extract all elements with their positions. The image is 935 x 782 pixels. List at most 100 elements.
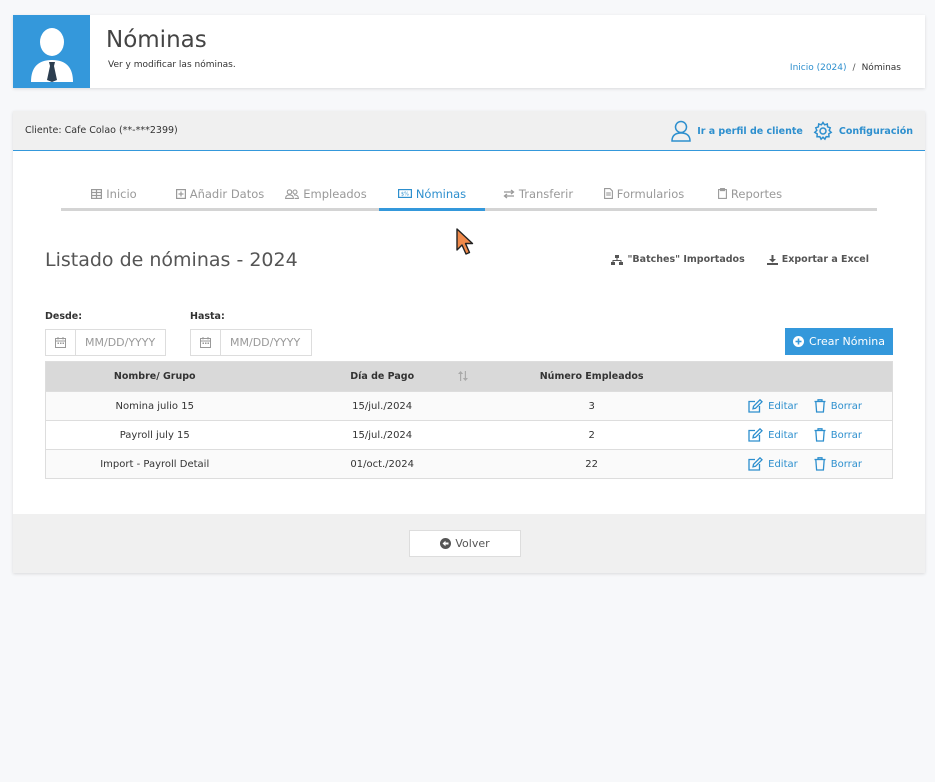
- table-row: Nomina julio 15 15/jul./2024 3 Editar Bo…: [46, 391, 892, 420]
- users-icon: [285, 188, 300, 199]
- table-row: Payroll july 15 15/jul./2024 2 Editar Bo…: [46, 420, 892, 449]
- tab-empleados[interactable]: Empleados: [273, 179, 379, 208]
- delete-label: Borrar: [830, 400, 863, 412]
- plus-circle-icon: [793, 336, 805, 347]
- svg-text:$%: $%: [401, 192, 409, 198]
- column-header-name[interactable]: Nombre/ Grupo: [46, 371, 263, 382]
- row-name: Nomina julio 15: [115, 400, 194, 412]
- tab-label: Empleados: [303, 186, 367, 201]
- row-employees: 22: [585, 458, 599, 470]
- tab-transferir[interactable]: Transferir: [485, 179, 591, 208]
- tab-label: Reportes: [730, 186, 783, 201]
- delete-label: Borrar: [830, 458, 863, 470]
- download-icon: [766, 254, 778, 265]
- export-excel-label: Exportar a Excel: [781, 254, 869, 265]
- trash-icon: [814, 457, 826, 471]
- breadcrumb: Inicio (2024) / Nóminas: [790, 63, 901, 73]
- delete-button[interactable]: Borrar: [814, 457, 862, 471]
- settings-label: Configuración: [838, 125, 913, 137]
- row-actions: Editar Borrar: [682, 428, 892, 442]
- page-subtitle: Ver y modificar las nóminas.: [108, 60, 236, 70]
- delete-button[interactable]: Borrar: [814, 428, 862, 442]
- money-bill-icon: $%: [397, 189, 412, 198]
- export-excel-link[interactable]: Exportar a Excel: [766, 254, 869, 265]
- tab-label: Transferir: [518, 186, 574, 201]
- section-tabs: Inicio Añadir Datos Empleados $% Nóminas…: [61, 179, 877, 211]
- panel-footer: Volver: [13, 514, 925, 573]
- client-bar: Cliente: Cafe Colao (**-***2399) Ir a pe…: [13, 111, 925, 151]
- imported-batches-link[interactable]: "Batches" Importados: [611, 254, 745, 265]
- tab-label: Inicio: [106, 186, 137, 201]
- mouse-cursor-icon: [456, 228, 474, 255]
- arrow-circle-left-icon: [440, 538, 452, 549]
- edit-icon: [748, 399, 764, 413]
- user-icon: [671, 120, 691, 142]
- tab-label: Añadir Datos: [189, 186, 265, 201]
- row-name: Payroll july 15: [119, 429, 190, 441]
- tab-formularios[interactable]: Formularios: [591, 179, 697, 208]
- tab-label: Formularios: [616, 186, 685, 201]
- list-actions: "Batches" Importados Exportar a Excel: [611, 254, 869, 265]
- row-pay-date: 01/oct./2024: [350, 458, 414, 470]
- client-label: Cliente: Cafe Colao (**-***2399): [25, 125, 178, 136]
- calendar-icon[interactable]: [46, 330, 76, 355]
- sort-icon[interactable]: [458, 371, 468, 381]
- tab-reportes[interactable]: Reportes: [697, 179, 803, 208]
- back-label: Volver: [455, 537, 490, 550]
- edit-icon: [748, 428, 764, 442]
- row-name: Import - Payroll Detail: [100, 458, 210, 470]
- tab-anadir-datos[interactable]: Añadir Datos: [167, 179, 273, 208]
- settings-link[interactable]: Configuración: [813, 121, 913, 141]
- main-panel: Cliente: Cafe Colao (**-***2399) Ir a pe…: [13, 111, 925, 573]
- tab-inicio[interactable]: Inicio: [61, 179, 167, 208]
- to-date-field: [190, 329, 312, 356]
- create-payroll-label: Crear Nómina: [809, 335, 885, 348]
- from-date-field: [45, 329, 166, 356]
- page-header: Nóminas Ver y modificar las nóminas. Ini…: [13, 15, 925, 88]
- plus-square-icon: [175, 188, 186, 199]
- row-pay-date: 15/jul./2024: [352, 400, 413, 412]
- client-profile-link[interactable]: Ir a perfil de cliente: [671, 120, 803, 142]
- table-icon: [91, 188, 103, 199]
- edit-label: Editar: [768, 458, 798, 470]
- to-date-input[interactable]: [221, 330, 309, 355]
- edit-button[interactable]: Editar: [748, 457, 798, 471]
- delete-button[interactable]: Borrar: [814, 399, 862, 413]
- trash-icon: [814, 399, 826, 413]
- row-actions: Editar Borrar: [682, 399, 892, 413]
- to-date-label: Hasta:: [190, 311, 225, 322]
- calendar-icon[interactable]: [191, 330, 221, 355]
- edit-icon: [748, 457, 764, 471]
- tab-nominas[interactable]: $% Nóminas: [379, 179, 485, 211]
- user-avatar-icon: [13, 15, 90, 88]
- table-header: Nombre/ Grupo Día de Pago Número Emplead…: [46, 362, 892, 391]
- back-button[interactable]: Volver: [409, 530, 521, 557]
- table-row: Import - Payroll Detail 01/oct./2024 22 …: [46, 449, 892, 478]
- exchange-icon: [503, 188, 515, 199]
- row-pay-date: 15/jul./2024: [352, 429, 413, 441]
- file-icon: [603, 188, 613, 199]
- create-payroll-button[interactable]: Crear Nómina: [785, 328, 893, 355]
- row-employees: 3: [588, 400, 595, 412]
- edit-label: Editar: [768, 400, 798, 412]
- row-employees: 2: [588, 429, 595, 441]
- sitemap-icon: [611, 254, 624, 265]
- payroll-table: Nombre/ Grupo Día de Pago Número Emplead…: [45, 361, 893, 479]
- breadcrumb-home-link[interactable]: Inicio (2024): [790, 63, 847, 73]
- trash-icon: [814, 428, 826, 442]
- edit-button[interactable]: Editar: [748, 428, 798, 442]
- breadcrumb-separator: /: [852, 63, 856, 73]
- column-header-employees[interactable]: Número Empleados: [501, 371, 683, 382]
- tab-label: Nóminas: [415, 186, 467, 201]
- from-date-input[interactable]: [76, 330, 164, 355]
- row-actions: Editar Borrar: [682, 457, 892, 471]
- from-date-label: Desde:: [45, 311, 83, 322]
- delete-label: Borrar: [830, 429, 863, 441]
- breadcrumb-current: Nóminas: [861, 63, 901, 73]
- gear-icon: [813, 121, 833, 141]
- edit-button[interactable]: Editar: [748, 399, 798, 413]
- clipboard-icon: [717, 188, 727, 199]
- page-title: Nóminas: [106, 27, 207, 53]
- imported-batches-label: "Batches" Importados: [627, 254, 745, 265]
- edit-label: Editar: [768, 429, 798, 441]
